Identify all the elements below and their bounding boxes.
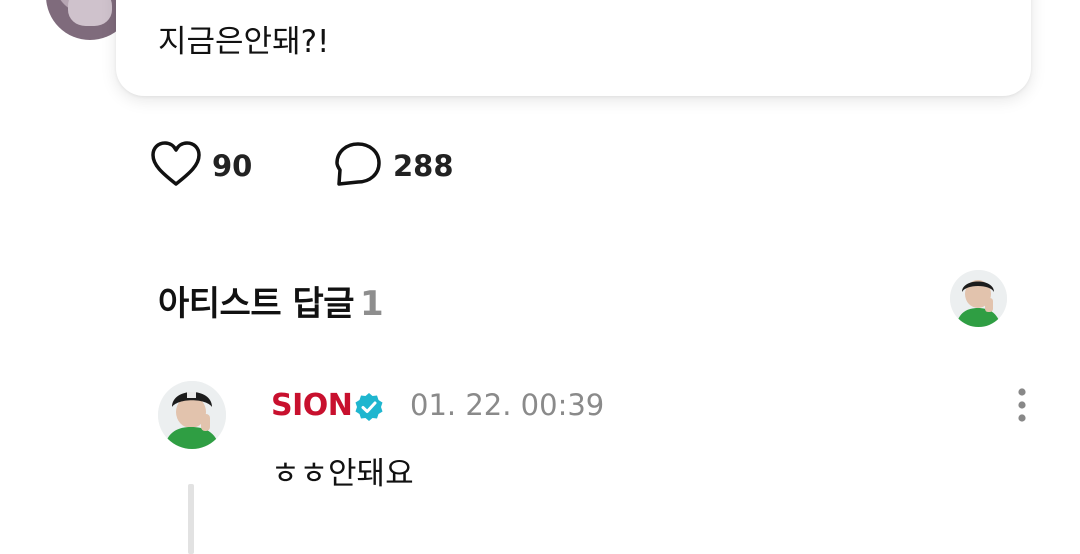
reply-author-name[interactable]: SION <box>271 388 353 423</box>
reply-timestamp: 01. 22. 00:39 <box>410 388 605 422</box>
like-button[interactable]: 90 <box>150 140 252 192</box>
more-options-button[interactable] <box>1008 386 1036 426</box>
artist-replies-heading: 아티스트 답글 1 <box>158 276 384 325</box>
reply-author-avatar[interactable] <box>158 381 226 449</box>
comment-count: 288 <box>393 149 454 183</box>
comment-button[interactable]: 288 <box>333 140 454 192</box>
comment-bubble-icon <box>333 140 383 192</box>
reply-text: ㅎㅎ안돼요 <box>271 456 414 492</box>
artist-replies-title: 아티스트 답글 <box>158 284 355 324</box>
thread-line <box>188 484 194 554</box>
artist-replies-count: 1 <box>360 284 384 324</box>
artist-avatar-small[interactable] <box>950 270 1007 327</box>
more-vertical-icon <box>1008 388 1036 430</box>
verified-badge-icon <box>354 392 384 426</box>
post-text: 지금은안돼?! <box>158 24 330 60</box>
like-count: 90 <box>212 149 253 183</box>
heart-icon <box>150 140 202 192</box>
